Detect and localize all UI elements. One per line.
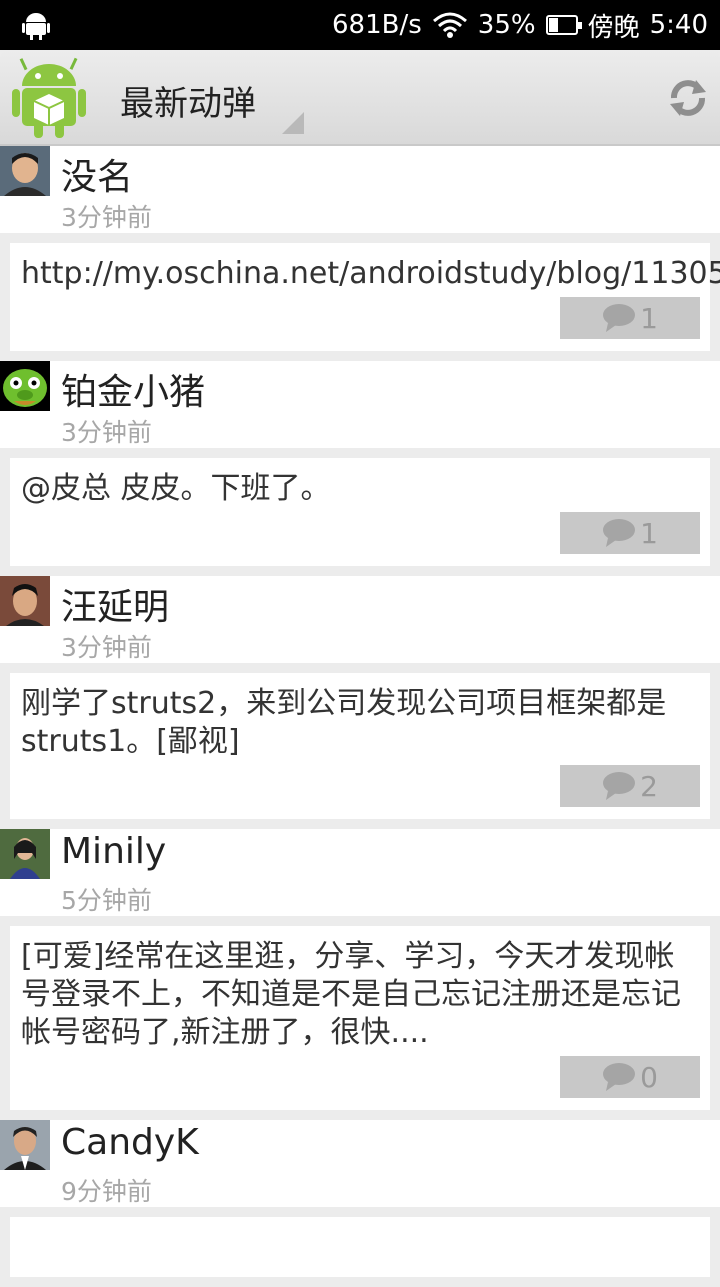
refresh-icon[interactable] [666, 76, 710, 120]
post-content: @皮总 皮皮。下班了。 [21, 471, 331, 506]
wifi-icon [432, 12, 467, 38]
list-item-header[interactable]: 汪延明 3分钟前 [0, 576, 720, 663]
list-item-header[interactable]: 没名 3分钟前 [0, 146, 720, 233]
time-period: 傍晚 [587, 12, 640, 43]
user-name[interactable]: 铂金小猪 [61, 363, 205, 415]
post-time: 3分钟前 [61, 633, 152, 662]
list-item[interactable]: 刚学了struts2，来到公司发现公司项目框架都是struts1。[鄙视] 2 [10, 673, 710, 819]
list-item[interactable]: @皮总 皮皮。下班了。 1 [10, 458, 710, 566]
app-logo-icon[interactable] [12, 56, 86, 140]
status-bar: 681B/s 35% 傍晚 5:40 [0, 0, 720, 50]
comment-icon [603, 304, 636, 332]
comment-count: 1 [640, 516, 658, 550]
post-time: 5分钟前 [61, 886, 152, 915]
comment-icon [603, 1063, 636, 1091]
avatar[interactable] [0, 1120, 50, 1170]
page-title[interactable]: 最新动弹 [120, 76, 256, 125]
user-name[interactable]: CandyK [61, 1122, 199, 1163]
avatar[interactable] [0, 576, 50, 626]
post-content: http://my.oschina.net/androidstudy/blog/… [21, 256, 720, 291]
list-item-header[interactable]: CandyK 9分钟前 [0, 1120, 720, 1207]
list-item[interactable]: http://my.oschina.net/androidstudy/blog/… [10, 243, 720, 351]
post-content: 刚学了struts2，来到公司发现公司项目框架都是struts1。[鄙视] [21, 686, 667, 759]
avatar[interactable] [0, 146, 50, 196]
avatar[interactable] [0, 361, 50, 411]
comment-button[interactable]: 1 [560, 297, 700, 339]
comment-button[interactable]: 1 [560, 512, 700, 554]
user-name[interactable]: Minily [61, 831, 166, 872]
comment-count: 1 [640, 301, 658, 335]
network-speed: 681B/s [332, 10, 422, 40]
user-name[interactable]: 汪延明 [61, 578, 169, 630]
spinner-indicator-icon [282, 112, 304, 134]
clock: 5:40 [649, 10, 708, 40]
post-time: 9分钟前 [61, 1177, 152, 1206]
avatar[interactable] [0, 829, 50, 879]
comment-icon [603, 519, 636, 547]
post-time: 3分钟前 [61, 203, 152, 232]
action-bar: 最新动弹 [0, 50, 720, 146]
android-notification-icon [22, 13, 50, 40]
comment-count: 2 [640, 769, 658, 803]
comment-count: 0 [640, 1060, 658, 1094]
user-name[interactable]: 没名 [61, 148, 133, 200]
battery-percent: 35% [477, 10, 536, 40]
comment-button[interactable]: 2 [560, 765, 700, 807]
post-time: 3分钟前 [61, 418, 152, 447]
list-item[interactable]: [可爱]经常在这里逛，分享、学习，今天才发现帐号登录不上，不知道是不是自己忘记注… [10, 926, 710, 1110]
list-item[interactable] [10, 1217, 710, 1277]
post-content: [可爱]经常在这里逛，分享、学习，今天才发现帐号登录不上，不知道是不是自己忘记注… [21, 939, 681, 1050]
battery-icon [545, 15, 582, 35]
tweet-list[interactable]: 没名 3分钟前 http://my.oschina.net/androidstu… [0, 146, 720, 1287]
list-item-header[interactable]: Minily 5分钟前 [0, 829, 720, 916]
list-item-header[interactable]: 铂金小猪 3分钟前 [0, 361, 720, 448]
comment-icon [603, 772, 636, 800]
comment-button[interactable]: 0 [560, 1056, 700, 1098]
